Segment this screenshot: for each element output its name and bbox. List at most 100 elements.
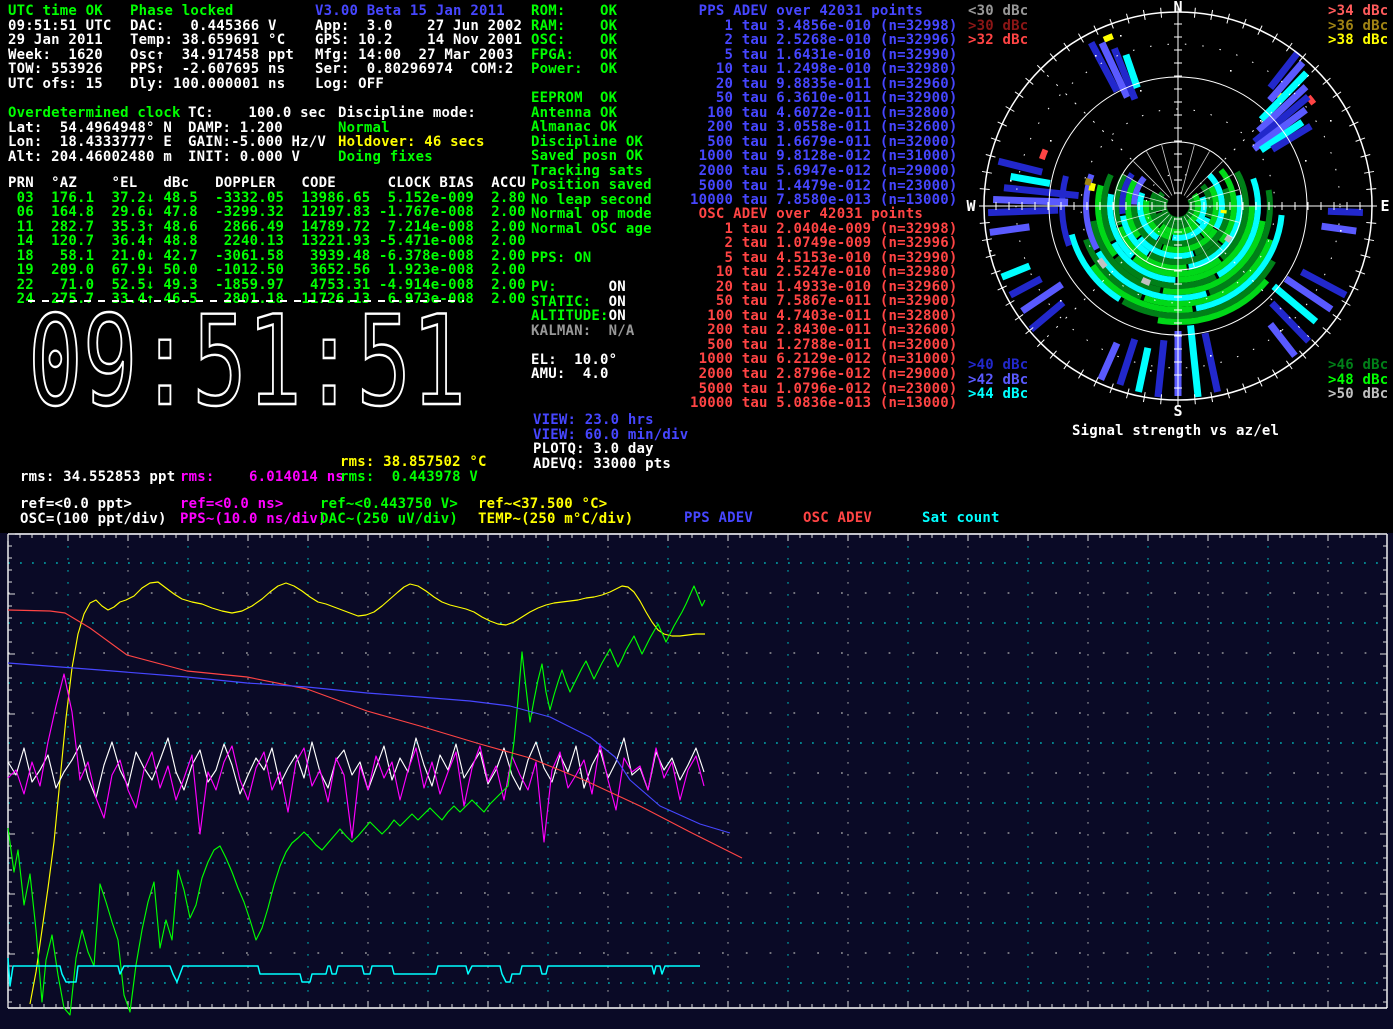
star-dot xyxy=(1260,120,1262,122)
star-dot xyxy=(990,250,992,252)
signal-spoke xyxy=(1191,325,1199,397)
pps-adev-table-line-10: 1000 tau 9.8128e-012 (n=31000) xyxy=(690,149,958,164)
star-dot xyxy=(1060,300,1062,302)
signal-spoke xyxy=(1205,333,1217,392)
gps-status-line-10 xyxy=(531,236,652,251)
sat-table-line-3: 11 282.7 35.3↑ 48.6 2866.49 14789.72 7.2… xyxy=(8,220,526,235)
ref-dac: ref~<0.443750 V>DAC~(250 uV/div) xyxy=(320,497,458,526)
discipline-block-line-0: Discipline mode: xyxy=(338,106,485,121)
osc-adev-table: OSC ADEV over 42031 points 1 tau 2.0404e… xyxy=(690,207,958,411)
signal-band xyxy=(1142,280,1150,283)
gps-status-line-1: Antenna OK xyxy=(531,106,652,121)
view-info-line-2: PLOTQ: 3.0 day xyxy=(533,442,688,457)
osc-adev-table-line-11: 2000 tau 2.8796e-012 (n=29000) xyxy=(690,367,958,382)
pps-adev-table-line-6: 50 tau 6.3610e-011 (n=32900) xyxy=(690,91,958,106)
minor-radial xyxy=(1181,145,1194,194)
view-info-line-3: ADEVQ: 33000 pts xyxy=(533,457,688,472)
gps-status-line-14: STATIC: ON xyxy=(531,295,652,310)
pps-adev-table-line-12: 5000 tau 1.4479e-012 (n=23000) xyxy=(690,179,958,194)
gps-status-line-17 xyxy=(531,338,652,353)
azimuth-tick xyxy=(1366,222,1376,223)
position-block-line-2: Lon: 18.4333777° E xyxy=(8,135,181,150)
rms-pps-line-0: rms: 6.014014 ns xyxy=(180,470,344,485)
discipline-block-line-1: Normal xyxy=(338,121,485,136)
azimuth-tick xyxy=(980,189,990,190)
azimuth-tick xyxy=(1333,92,1341,98)
azimuth-tick xyxy=(1015,314,1023,320)
star-dot xyxy=(1120,35,1122,37)
gps-status-line-12 xyxy=(531,266,652,281)
signal-band xyxy=(1042,150,1046,159)
pps-adev-table-line-3: 5 tau 1.6431e-010 (n=32990) xyxy=(690,48,958,63)
osc-adev-table-line-10: 1000 tau 6.2129e-012 (n=31000) xyxy=(690,352,958,367)
pps-adev-table-line-5: 20 tau 9.8835e-011 (n=32960) xyxy=(690,77,958,92)
gps-status-line-5: Tracking sats xyxy=(531,164,652,179)
gps-status-line-3: Discipline OK xyxy=(531,135,652,150)
gps-status-line-8: Normal op mode xyxy=(531,207,652,222)
star-dot xyxy=(1150,370,1152,372)
device-status-line-1: RAM: OK xyxy=(531,19,617,34)
gps-status-line-18: EL: 10.0° xyxy=(531,353,652,368)
sat-table-line-5: 18 58.1 21.0↓ 42.7 -3061.58 3939.48 -6.3… xyxy=(8,249,526,264)
star-dot xyxy=(1230,70,1232,72)
osc-adev-table-line-6: 50 tau 7.5867e-011 (n=32900) xyxy=(690,294,958,309)
signal-spoke xyxy=(1138,348,1147,392)
osc-adev-table-line-4: 10 tau 2.5247e-010 (n=32980) xyxy=(690,265,958,280)
ref-dac-line-0: ref~<0.443750 V> xyxy=(320,497,458,512)
position-block-line-3: Alt: 204.46002480 m xyxy=(8,150,181,165)
phase-status-line-3: Osc↑ 34.917458 ppt xyxy=(130,48,294,63)
azimuth-tick xyxy=(1194,8,1195,18)
signal-spoke xyxy=(1031,302,1063,329)
legend-osc-adev-line-0: OSC ADEV xyxy=(803,511,872,526)
star-dot xyxy=(1095,55,1097,57)
star-dot xyxy=(1010,180,1012,182)
azimuth-tick xyxy=(1079,34,1084,43)
azimuth-tick xyxy=(1273,34,1278,43)
star-dot xyxy=(1280,330,1282,332)
compass-south-label: S xyxy=(1173,402,1182,420)
azimuth-tick xyxy=(1079,370,1084,379)
device-status: ROM: OKRAM: OKOSC: OKFPGA: OKPower: OK xyxy=(531,4,617,77)
loop-params-block-line-1: DAMP: 1.200 xyxy=(188,121,326,136)
rms-osc: rms: 34.552853 ppt xyxy=(20,470,175,485)
ref-pps: ref=<0.0 ns>PPS~(10.0 ns/div) xyxy=(180,497,327,526)
version-info: V3.00 Beta 15 Jan 2011App: 3.0 27 Jun 20… xyxy=(315,4,522,91)
view-info-line-0: VIEW: 23.0 hrs xyxy=(533,413,688,428)
phase-status-line-5: Dly: 100.000001 ns xyxy=(130,77,294,92)
signal-spoke xyxy=(1322,226,1357,231)
device-status-line-4: Power: OK xyxy=(531,62,617,77)
gps-status-line-7: No leap second xyxy=(531,193,652,208)
signal-spoke xyxy=(988,210,1058,212)
gps-status-line-19: AMU: 4.0 xyxy=(531,367,652,382)
device-status-line-3: FPGA: OK xyxy=(531,48,617,63)
sat-table-line-0: PRN °AZ °EL dBc DOPPLER CODE CLOCK BIAS … xyxy=(8,176,526,191)
ref-osc: ref=<0.0 ppt>OSC=(100 ppt/div) xyxy=(20,497,167,526)
star-dot xyxy=(1050,140,1052,142)
signal-spoke xyxy=(1004,188,1079,196)
rms-temp: rms: 38.857502 °C xyxy=(340,455,487,470)
ref-temp: ref~<37.500 °C>TEMP~(250 m°C/div) xyxy=(478,497,633,526)
signal-spoke xyxy=(990,227,1030,233)
discipline-block-line-2: Holdover: 46 secs xyxy=(338,135,485,150)
sat-table-line-7: 22 71.0 52.5↓ 49.3 -1859.97 4753.31 -4.9… xyxy=(8,278,526,293)
star-dot xyxy=(1340,230,1342,232)
gps-status-line-15: ALTITUDE:ON xyxy=(531,309,652,324)
ref-pps-line-1: PPS~(10.0 ns/div) xyxy=(180,512,327,527)
clock-time-text: 09:51:51 xyxy=(28,299,466,417)
gps-status-line-13: PV: ON xyxy=(531,280,652,295)
sat-table-line-6: 19 209.0 67.9↓ 50.0 -1012.50 3652.56 1.9… xyxy=(8,263,526,278)
rms-pps: rms: 6.014014 ns xyxy=(180,470,344,485)
discipline-block-line-3: Doing fixes xyxy=(338,150,485,165)
osc-adev-table-line-2: 2 tau 1.0749e-009 (n=32996) xyxy=(690,236,958,251)
signal-band xyxy=(1091,183,1093,190)
pps-adev-table-line-4: 10 tau 1.2498e-010 (n=32980) xyxy=(690,62,958,77)
phase-status-line-4: PPS↑ -2.607695 ns xyxy=(130,62,294,77)
signal-band xyxy=(1227,236,1230,241)
view-info-line-1: VIEW: 60.0 min/div xyxy=(533,428,688,443)
utc-status-line-3: Week: 1620 xyxy=(8,48,112,63)
legend-osc-adev: OSC ADEV xyxy=(803,511,872,526)
signal-spoke xyxy=(1101,343,1117,380)
osc-adev-table-line-13: 10000 tau 5.0836e-013 (n=13000) xyxy=(690,396,958,411)
pps-adev-table-line-8: 200 tau 3.0558e-011 (n=32600) xyxy=(690,120,958,135)
azimuth-tick xyxy=(1286,361,1292,369)
